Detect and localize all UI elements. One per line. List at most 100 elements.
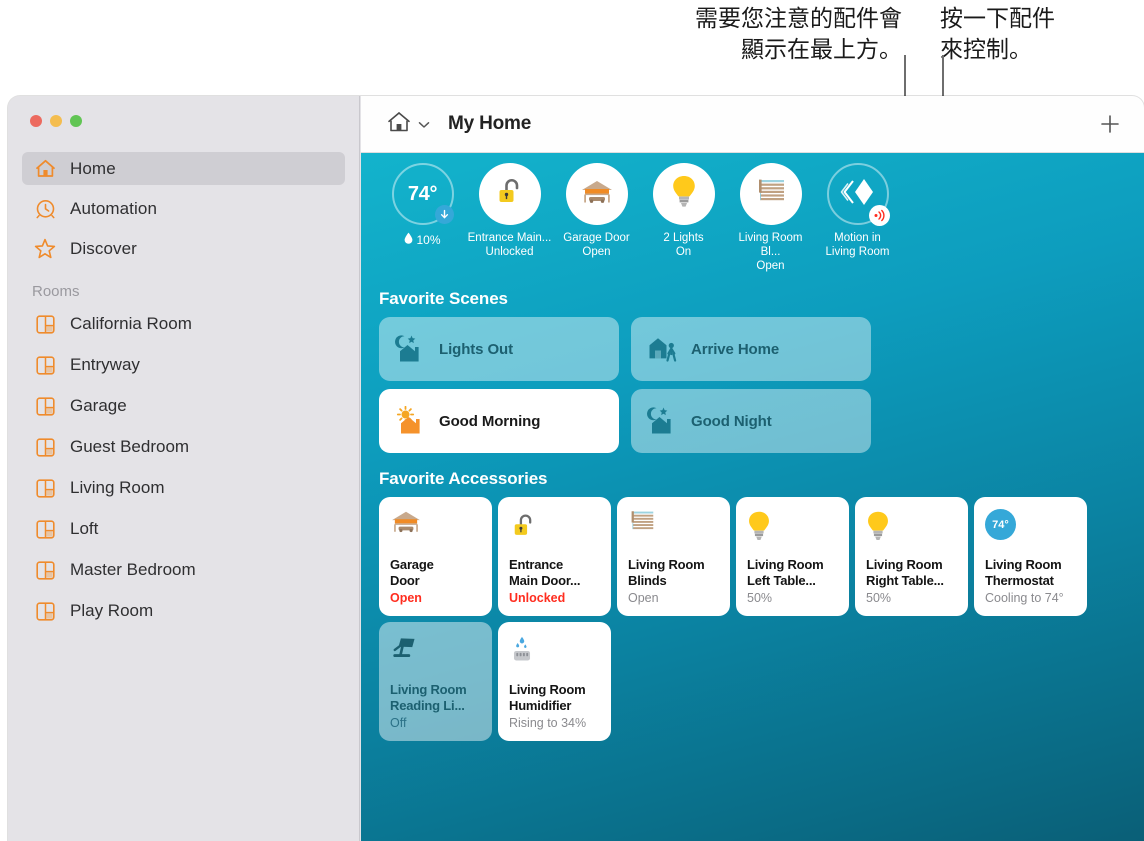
humidity-value: 10% — [416, 233, 440, 247]
accessory-card[interactable]: Living RoomBlindsOpen — [617, 497, 730, 616]
moon-house-icon — [647, 406, 677, 436]
app-window: Home Automation Discov — [8, 96, 1144, 841]
status-garage-door[interactable]: Garage DoorOpen — [553, 163, 640, 273]
main-panel: My Home 74° — [361, 96, 1144, 841]
sidebar-nav: Home Automation Discov — [8, 152, 359, 636]
status-entrance-lock[interactable]: Entrance Main...Unlocked — [466, 163, 553, 273]
status-motion-sensor[interactable]: Motion inLiving Room — [814, 163, 901, 273]
sidebar-section-rooms: Rooms — [32, 283, 359, 300]
rooms-list: California Room Entryway Garage Guest Bedro… — [8, 308, 359, 627]
garage-door-icon — [390, 509, 481, 547]
motion-wave-icon — [869, 205, 890, 226]
star-icon — [32, 238, 58, 260]
accessory-card[interactable]: Living RoomReading Li... Off — [379, 622, 492, 741]
sidebar-item-room[interactable]: California Room — [22, 308, 345, 340]
scene-tile[interactable]: Good Morning — [379, 389, 619, 453]
motion-ring — [827, 163, 889, 225]
sidebar: Home Automation Discov — [8, 96, 360, 841]
section-title-scenes: Favorite Scenes — [379, 289, 1144, 309]
maximize-button[interactable] — [70, 115, 82, 127]
sidebar-item-room[interactable]: Living Room — [22, 472, 345, 504]
house-filled-icon — [32, 158, 58, 180]
titlebar: My Home — [361, 96, 1144, 153]
accessory-state: 50% — [747, 591, 838, 606]
motion-sensor-icon — [840, 176, 876, 213]
status-thermostat[interactable]: 74° 10% — [379, 163, 466, 273]
blinds-icon — [755, 177, 787, 212]
accessory-name: Living RoomThermostat — [985, 557, 1076, 589]
room-icon — [32, 313, 58, 335]
sidebar-item-label: Guest Bedroom — [70, 437, 189, 457]
sidebar-item-label: California Room — [70, 314, 192, 334]
close-button[interactable] — [30, 115, 42, 127]
status-label: 2 LightsOn — [663, 231, 703, 259]
accessory-card[interactable]: 74° Living RoomThermostat Cooling to 74° — [974, 497, 1087, 616]
accessory-card[interactable]: GarageDoor Open — [379, 497, 492, 616]
accessory-state: Unlocked — [509, 591, 600, 606]
status-lights[interactable]: 2 LightsOn — [640, 163, 727, 273]
status-label: Living Room Bl...Open — [728, 231, 814, 273]
blinds-icon — [628, 509, 719, 547]
sidebar-item-discover[interactable]: Discover — [22, 232, 345, 265]
desk-lamp-icon — [390, 634, 481, 672]
scene-label: Good Night — [691, 413, 772, 430]
scene-tile[interactable]: Lights Out — [379, 317, 619, 381]
scene-tile[interactable]: Arrive Home — [631, 317, 871, 381]
accessory-name: Living RoomBlinds — [628, 557, 719, 589]
accessory-name: Living RoomReading Li... — [390, 682, 481, 714]
sidebar-item-room[interactable]: Entryway — [22, 349, 345, 381]
accessory-name: GarageDoor — [390, 557, 481, 589]
accessory-state: Cooling to 74° — [985, 591, 1076, 606]
minimize-button[interactable] — [50, 115, 62, 127]
room-icon — [32, 518, 58, 540]
scene-label: Lights Out — [439, 341, 513, 358]
accessory-card[interactable]: EntranceMain Door...Unlocked — [498, 497, 611, 616]
thermostat-pill-icon: 74° — [985, 509, 1016, 540]
favorite-accessories-grid: GarageDoor Open EntranceMain Door...Unlock… — [379, 497, 1139, 741]
window-controls — [30, 115, 82, 127]
sidebar-item-label: Garage — [70, 396, 127, 416]
status-circle — [653, 163, 715, 225]
sidebar-item-automation[interactable]: Automation — [22, 192, 345, 225]
status-circle — [740, 163, 802, 225]
sidebar-item-label: Automation — [70, 199, 157, 219]
sidebar-item-room[interactable]: Guest Bedroom — [22, 431, 345, 463]
accessory-state: Rising to 34% — [509, 716, 600, 731]
scene-tile[interactable]: Good Night — [631, 389, 871, 453]
humidifier-icon — [509, 634, 600, 672]
sidebar-item-label: Home — [70, 159, 116, 179]
accessory-name: Living RoomRight Table... — [866, 557, 957, 589]
sidebar-item-room[interactable]: Master Bedroom — [22, 554, 345, 586]
droplet-icon — [404, 232, 413, 247]
home-selector-button[interactable] — [386, 110, 430, 139]
clock-icon — [32, 198, 58, 220]
home-dashboard: 74° 10% — [361, 153, 1144, 841]
accessory-name: Living RoomLeft Table... — [747, 557, 838, 589]
sidebar-item-label: Loft — [70, 519, 98, 539]
accessory-state: Open — [390, 591, 481, 606]
status-circle — [479, 163, 541, 225]
room-icon — [32, 600, 58, 622]
page-title: My Home — [448, 113, 531, 135]
sun-house-icon — [395, 406, 425, 436]
sidebar-item-room[interactable]: Garage — [22, 390, 345, 422]
humidity-readout: 10% — [404, 232, 440, 247]
add-accessory-button[interactable] — [1098, 112, 1122, 136]
accessory-card[interactable]: Living RoomRight Table...50% — [855, 497, 968, 616]
status-blinds[interactable]: Living Room Bl...Open — [727, 163, 814, 273]
accessory-card[interactable]: Living RoomLeft Table... 50% — [736, 497, 849, 616]
unlocked-padlock-icon — [493, 175, 527, 214]
thermostat-temperature: 74° — [408, 183, 437, 206]
accessory-state: Off — [390, 716, 481, 731]
sidebar-item-room[interactable]: Play Room — [22, 595, 345, 627]
sidebar-item-room[interactable]: Loft — [22, 513, 345, 545]
accessory-card[interactable]: Living RoomHumidifier Rising to 34% — [498, 622, 611, 741]
scene-label: Arrive Home — [691, 341, 779, 358]
annotation-tap-accessory: 按一下配件 來控制。 — [940, 4, 1140, 66]
status-label: Entrance Main...Unlocked — [468, 231, 552, 259]
status-label: Garage DoorOpen — [563, 231, 629, 259]
sidebar-item-label: Living Room — [70, 478, 165, 498]
house-icon — [386, 110, 412, 139]
sidebar-item-home[interactable]: Home — [22, 152, 345, 185]
accessory-name: Living RoomHumidifier — [509, 682, 600, 714]
